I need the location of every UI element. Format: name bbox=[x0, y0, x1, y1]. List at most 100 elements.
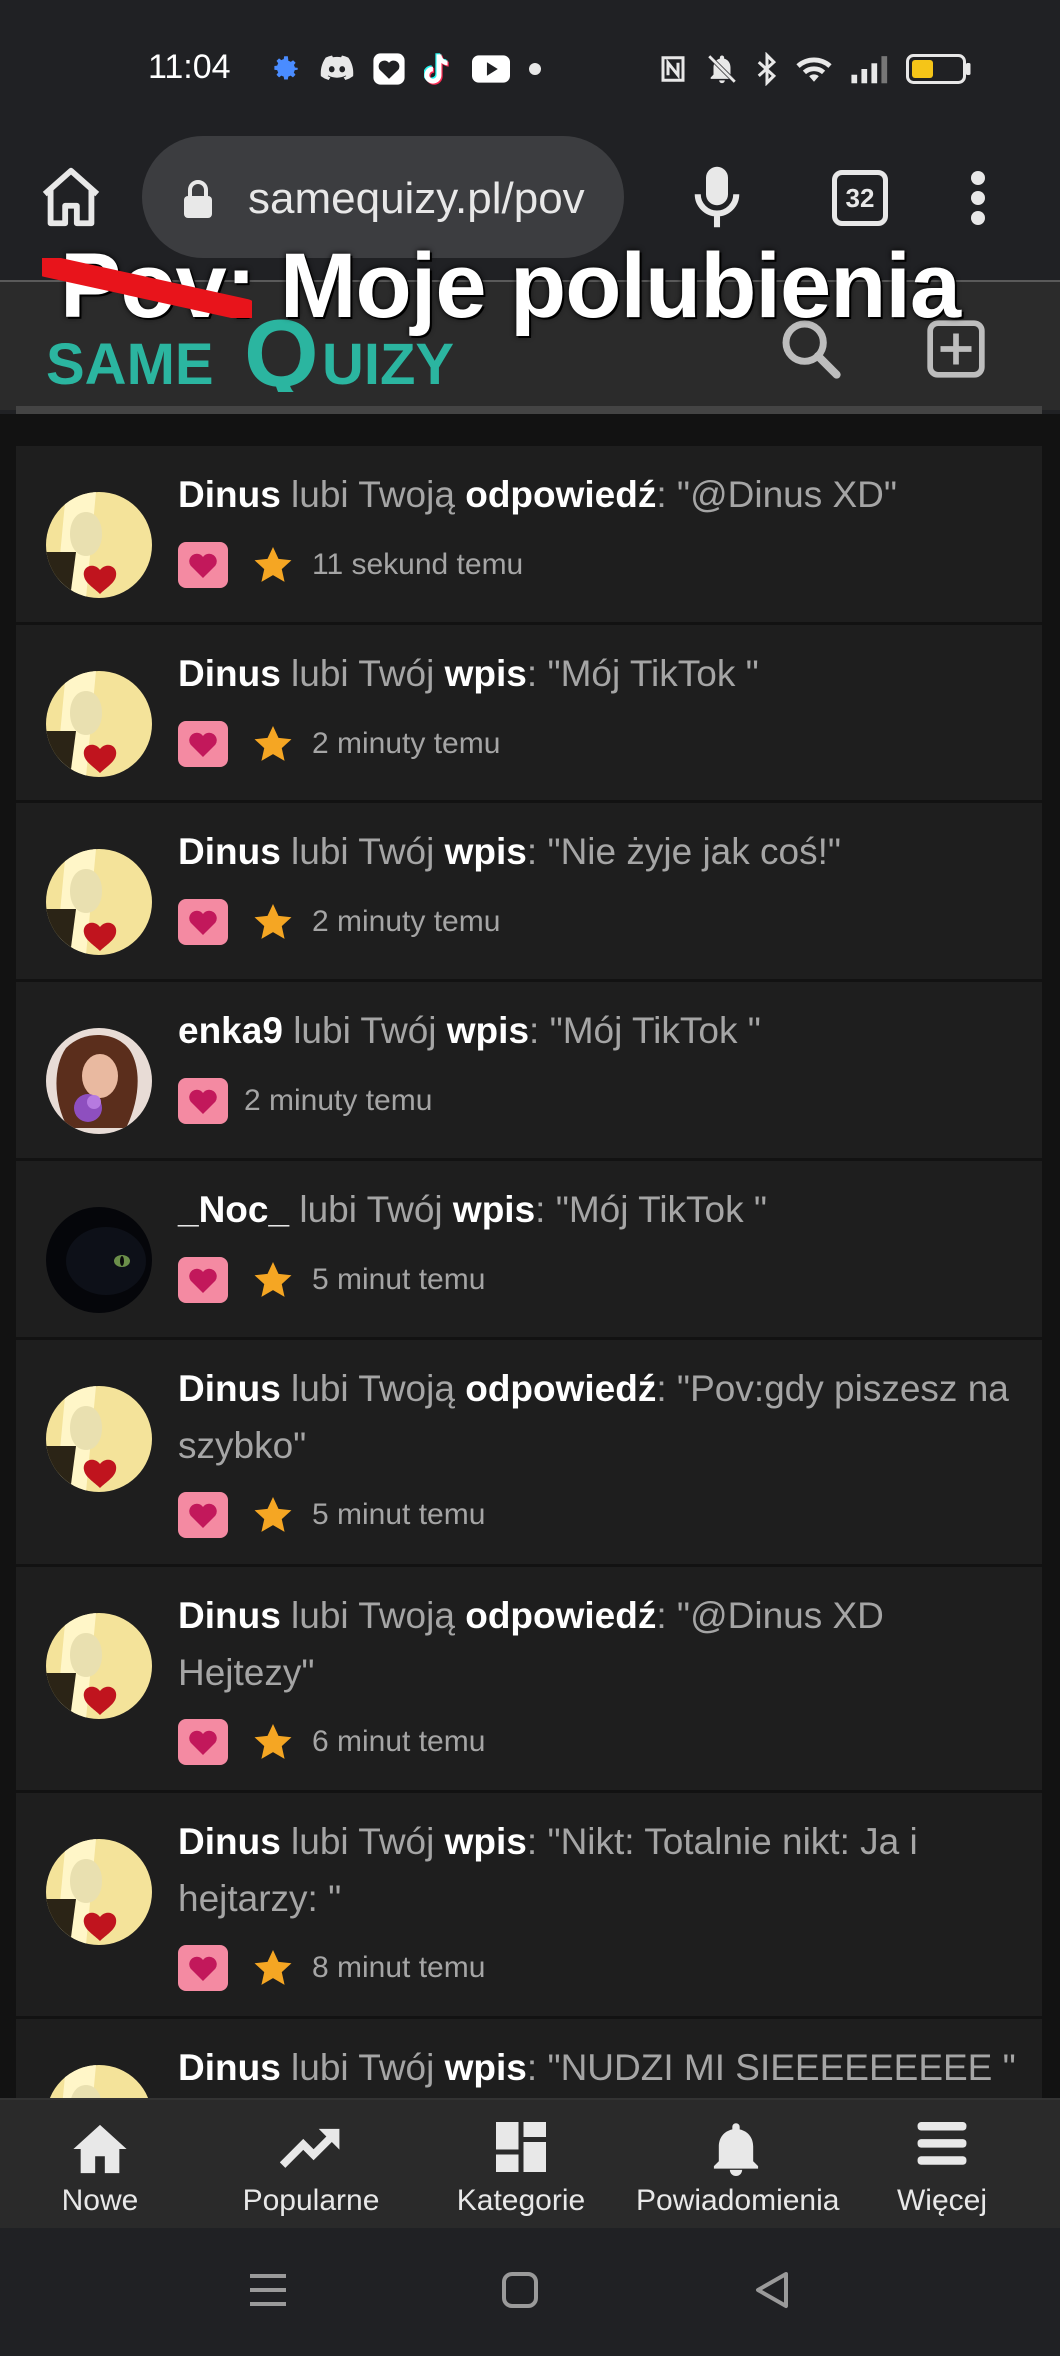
avatar[interactable] bbox=[46, 1386, 152, 1492]
recents-icon[interactable] bbox=[248, 2272, 288, 2308]
notification-icons bbox=[268, 52, 542, 86]
bluetooth-icon bbox=[757, 52, 777, 86]
back-icon[interactable] bbox=[754, 2270, 790, 2310]
signal-icon bbox=[851, 56, 888, 84]
username[interactable]: Dinus bbox=[178, 1821, 281, 1862]
heart-icon bbox=[178, 542, 228, 588]
home-button-icon[interactable] bbox=[502, 2272, 538, 2308]
username[interactable]: enka9 bbox=[178, 1010, 283, 1051]
star-icon bbox=[254, 547, 292, 582]
target-link[interactable]: odpowiedź bbox=[465, 474, 656, 515]
heart-icon bbox=[178, 721, 228, 767]
notification-text: Dinus lubi Twój wpis: "Nikt: Totalnie ni… bbox=[178, 1821, 918, 1919]
username[interactable]: _Noc_ bbox=[178, 1189, 289, 1230]
target-link[interactable]: odpowiedź bbox=[465, 1595, 656, 1636]
notification-item[interactable]: _Noc_ lubi Twój wpis: "Mój TikTok " 5 mi… bbox=[16, 1161, 1042, 1340]
notification-text: Dinus lubi Twój wpis: "NUDZI MI SIEEEEEE… bbox=[178, 2047, 1016, 2088]
notification-meta: 11 sekund temu bbox=[178, 542, 523, 588]
wifi-icon bbox=[796, 57, 832, 82]
target-link[interactable]: wpis bbox=[445, 831, 527, 872]
avatar[interactable] bbox=[46, 1839, 152, 1945]
notification-item[interactable]: Dinus lubi Twój wpis: "Mój TikTok " 2 mi… bbox=[16, 625, 1042, 803]
red-strikethrough bbox=[42, 258, 252, 318]
notification-item[interactable]: Dinus lubi Twój wpis: "Nikt: Totalnie ni… bbox=[16, 1793, 1042, 2019]
notification-text: Dinus lubi Twoją odpowiedź: "Pov:gdy pis… bbox=[178, 1368, 1009, 1466]
dashboard-icon bbox=[496, 2122, 546, 2172]
timestamp: 2 minuty temu bbox=[244, 1084, 433, 1117]
notification-item[interactable]: Dinus lubi Twoją odpowiedź: "@Dinus XD H… bbox=[16, 1567, 1042, 1793]
timestamp: 5 minut temu bbox=[312, 1498, 486, 1531]
notification-text: Dinus lubi Twój wpis: "Mój TikTok " bbox=[178, 653, 759, 694]
notification-text: Dinus lubi Twoją odpowiedź: "@Dinus XD H… bbox=[178, 1595, 884, 1693]
timestamp: 6 minut temu bbox=[312, 1725, 486, 1758]
url-text: samequizy.pl/pov bbox=[248, 174, 585, 223]
nav-item-wiecej[interactable]: Więcej bbox=[842, 2100, 1042, 2230]
notification-meta: 6 minut temu bbox=[178, 1719, 485, 1765]
notification-meta: 5 minut temu bbox=[178, 1492, 485, 1538]
notification-meta: 2 minuty temu bbox=[178, 899, 500, 945]
heart-icon bbox=[178, 1945, 228, 1991]
svg-text:SAME: SAME bbox=[46, 332, 214, 392]
heart-icon bbox=[178, 1078, 228, 1124]
avatar[interactable] bbox=[46, 1207, 152, 1313]
overflow-menu-icon[interactable] bbox=[958, 168, 998, 228]
heart-icon bbox=[178, 1719, 228, 1765]
notifications-list: Dinus lubi Twoją odpowiedź: "@Dinus XD" … bbox=[16, 446, 1042, 2171]
target-link[interactable]: wpis bbox=[445, 1821, 527, 1862]
notification-meta: 2 minuty temu bbox=[178, 1078, 432, 1124]
gear-icon bbox=[274, 56, 298, 80]
tiktok-icon bbox=[424, 53, 449, 85]
star-icon bbox=[254, 1950, 292, 1985]
nav-item-nowe[interactable]: Nowe bbox=[0, 2100, 200, 2230]
target-link[interactable]: odpowiedź bbox=[465, 1368, 656, 1409]
target-link[interactable]: wpis bbox=[453, 1189, 535, 1230]
header-divider bbox=[16, 406, 1042, 414]
username[interactable]: Dinus bbox=[178, 653, 281, 694]
menu-icon bbox=[917, 2122, 967, 2165]
username[interactable]: Dinus bbox=[178, 1595, 281, 1636]
avatar[interactable] bbox=[46, 1028, 152, 1134]
target-link[interactable]: wpis bbox=[447, 1010, 529, 1051]
notification-text: enka9 lubi Twój wpis: "Mój TikTok " bbox=[178, 1010, 761, 1051]
tab-switcher-button[interactable]: 32 bbox=[832, 170, 888, 226]
avatar[interactable] bbox=[46, 1613, 152, 1719]
notification-item[interactable]: Dinus lubi Twoją odpowiedź: "Pov:gdy pis… bbox=[16, 1340, 1042, 1567]
nav-item-powiadomienia[interactable]: Powiadomienia bbox=[636, 2100, 839, 2230]
username[interactable]: Dinus bbox=[178, 474, 281, 515]
heart-icon bbox=[178, 1492, 228, 1538]
star-icon bbox=[254, 1262, 292, 1297]
timestamp: 11 sekund temu bbox=[312, 548, 524, 581]
star-icon bbox=[254, 1497, 292, 1532]
heart-icon bbox=[178, 1257, 228, 1303]
nav-item-popularne[interactable]: Popularne bbox=[211, 2100, 411, 2230]
notification-item[interactable]: Dinus lubi Twój wpis: "Nie żyje jak coś!… bbox=[16, 803, 1042, 982]
app-heart-icon bbox=[373, 53, 405, 85]
system-icons bbox=[658, 52, 972, 86]
lock-icon bbox=[184, 180, 212, 218]
trending-icon bbox=[280, 2128, 340, 2168]
home-icon bbox=[73, 2124, 127, 2174]
mute-icon bbox=[707, 54, 737, 84]
bell-icon bbox=[713, 2123, 759, 2176]
target-link[interactable]: wpis bbox=[445, 2047, 527, 2088]
microphone-icon[interactable] bbox=[692, 164, 742, 230]
username[interactable]: Dinus bbox=[178, 2047, 281, 2088]
avatar[interactable] bbox=[46, 671, 152, 777]
timestamp: 2 minuty temu bbox=[312, 905, 501, 938]
notification-text: Dinus lubi Twoją odpowiedź: "@Dinus XD" bbox=[178, 474, 898, 515]
timestamp: 2 minuty temu bbox=[312, 727, 501, 760]
username[interactable]: Dinus bbox=[178, 831, 281, 872]
heart-icon bbox=[178, 899, 228, 945]
star-icon bbox=[254, 904, 292, 939]
star-icon bbox=[254, 1724, 292, 1759]
status-bar: 11:04 bbox=[0, 0, 1060, 120]
timestamp: 5 minut temu bbox=[312, 1263, 486, 1296]
avatar[interactable] bbox=[46, 492, 152, 598]
notification-item[interactable]: Dinus lubi Twoją odpowiedź: "@Dinus XD" … bbox=[16, 446, 1042, 625]
username[interactable]: Dinus bbox=[178, 1368, 281, 1409]
notification-item[interactable]: enka9 lubi Twój wpis: "Mój TikTok " 2 mi… bbox=[16, 982, 1042, 1161]
avatar[interactable] bbox=[46, 849, 152, 955]
home-icon[interactable] bbox=[36, 162, 106, 232]
target-link[interactable]: wpis bbox=[445, 653, 527, 694]
nav-item-kategorie[interactable]: Kategorie bbox=[421, 2100, 621, 2230]
